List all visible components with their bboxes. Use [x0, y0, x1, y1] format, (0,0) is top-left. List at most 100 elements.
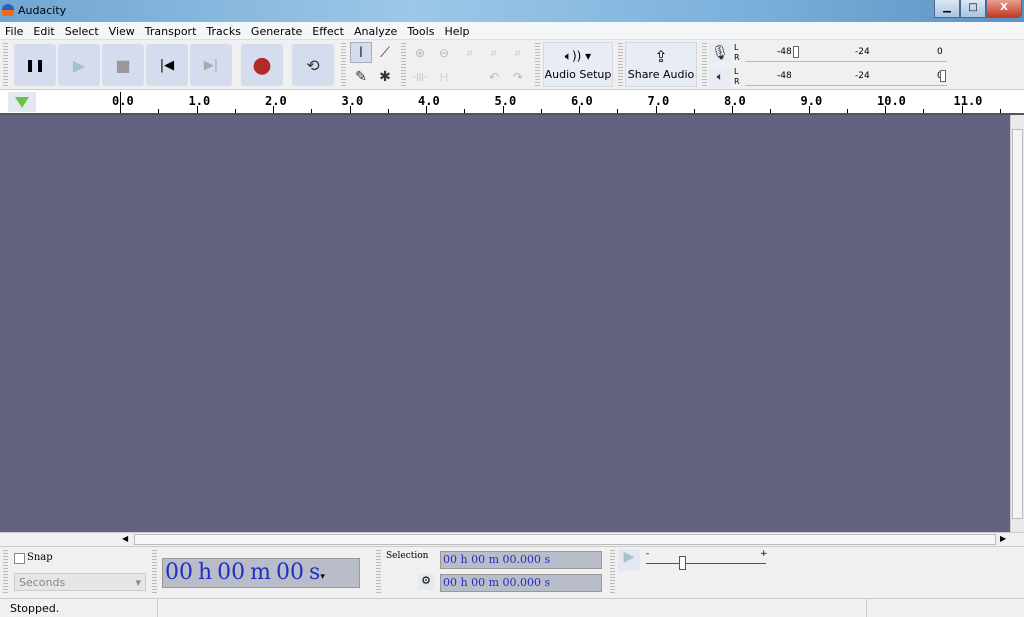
audio-setup-label: Audio Setup: [544, 68, 612, 81]
menu-transport[interactable]: Transport: [140, 22, 202, 38]
skip-to-end-button[interactable]: ▶|: [190, 44, 232, 86]
track-area[interactable]: [0, 115, 1010, 532]
tools-grip[interactable]: [341, 43, 346, 87]
ruler-tick: [770, 109, 772, 113]
share-icon: ⇪: [654, 47, 668, 66]
horizontal-scrollbar[interactable]: ◀ ▶: [0, 532, 1024, 546]
settings-gear-icon[interactable]: ⚙: [418, 574, 434, 590]
ruler-tick: [464, 109, 466, 113]
speed-slider-track[interactable]: [646, 563, 766, 564]
ruler-label: 9.0: [800, 94, 823, 108]
redo-icon[interactable]: ↷: [507, 66, 529, 87]
snap-label: Snap: [27, 552, 53, 563]
snap-unit-select[interactable]: Seconds ▾: [14, 573, 146, 591]
maximize-button[interactable]: □: [960, 0, 986, 18]
speed-slider-thumb[interactable]: [679, 556, 686, 570]
ruler-label: 1.0: [188, 94, 211, 108]
minimize-button[interactable]: ▁: [934, 0, 960, 18]
menu-file[interactable]: File: [0, 22, 28, 38]
share-grip[interactable]: [618, 43, 623, 87]
scroll-left-arrow[interactable]: ◀: [122, 534, 128, 543]
stop-button[interactable]: ■: [102, 44, 144, 86]
play-at-speed-button[interactable]: ▶: [618, 549, 640, 571]
ruler-tick: [311, 109, 313, 113]
record-button[interactable]: ●: [241, 44, 283, 86]
menu-generate[interactable]: Generate: [246, 22, 307, 38]
vertical-scrollbar[interactable]: [1010, 115, 1024, 532]
menu-help[interactable]: Help: [439, 22, 474, 38]
ruler-tick: [234, 109, 236, 113]
ruler-label: 7.0: [647, 94, 670, 108]
selection-start-display[interactable]: 00 h 00 m 00.000 s: [440, 551, 602, 569]
edit-grip[interactable]: [401, 43, 406, 87]
ruler-label: 8.0: [724, 94, 746, 108]
selection-tool[interactable]: I: [350, 42, 372, 63]
close-button[interactable]: X: [986, 0, 1022, 18]
play-indicator-icon: [15, 97, 29, 108]
ruler-tick: [540, 109, 542, 113]
play-head-button[interactable]: [8, 92, 36, 112]
menu-edit[interactable]: Edit: [28, 22, 59, 38]
play-button[interactable]: ▶: [58, 44, 100, 86]
share-audio-button[interactable]: ⇪ Share Audio: [625, 42, 697, 87]
vertical-scroll-thumb[interactable]: [1012, 129, 1023, 519]
snap-grip: [3, 550, 8, 594]
zoom-toggle-icon[interactable]: ⌕: [507, 42, 529, 63]
menu-view[interactable]: View: [104, 22, 140, 38]
ruler-label: 0.0: [112, 94, 134, 108]
timeline-ruler[interactable]: 0.0 1.0 2.0 3.0 4.0 5.0 6.0 7.0 8.0 9.0 10.0 11.0: [0, 90, 1024, 115]
audio-setup-button[interactable]: 🔈︎)) ▾ Audio Setup: [543, 42, 613, 87]
audio-position-display[interactable]: 00 h 00 m 00 s▾: [162, 558, 360, 588]
microphone-icon[interactable]: 🎙︎: [709, 42, 731, 63]
ruler-tick: [387, 109, 389, 113]
status-bar: Stopped.: [0, 598, 1024, 617]
selection-end-display[interactable]: 00 h 00 m 00.000 s: [440, 574, 602, 592]
silence-audio-icon[interactable]: |-|: [433, 66, 455, 87]
time-grip: [152, 550, 157, 594]
status-text: Stopped.: [10, 602, 60, 615]
menu-select[interactable]: Select: [60, 22, 104, 38]
toolbar: ❚❚ ▶ ■ |◀ ▶| ● ⟲ I ⟋ ✎ ✱ ⊕ ⊖ ⌕ ⌕ ⌕ -|||-…: [0, 40, 1024, 90]
audio-setup-grip[interactable]: [535, 43, 540, 87]
meter-grip[interactable]: [702, 43, 707, 87]
envelope-tool[interactable]: ⟋: [374, 42, 396, 63]
ruler-label: 4.0: [418, 94, 440, 108]
menu-analyze[interactable]: Analyze: [349, 22, 402, 38]
record-meter[interactable]: -48 -24 0: [745, 42, 947, 62]
pause-button[interactable]: ❚❚: [14, 44, 56, 86]
skip-to-start-button[interactable]: |◀: [146, 44, 188, 86]
ruler-label: 3.0: [341, 94, 364, 108]
ruler-tick: [579, 106, 580, 113]
transport-grip[interactable]: [3, 43, 8, 87]
speed-minus-label: -: [646, 549, 650, 559]
playback-level-slider[interactable]: [940, 70, 946, 82]
draw-tool[interactable]: ✎: [350, 66, 372, 87]
undo-icon[interactable]: ↶: [483, 66, 505, 87]
multi-tool[interactable]: ✱: [374, 66, 396, 87]
zoom-in-icon[interactable]: ⊕: [409, 42, 431, 63]
speed-plus-label: +: [760, 549, 768, 559]
zoom-out-icon[interactable]: ⊖: [433, 42, 455, 63]
selection-label: Selection: [386, 551, 429, 561]
ruler-tick: [655, 106, 657, 113]
horizontal-scroll-thumb[interactable]: [134, 534, 996, 545]
play-head-line: [120, 92, 121, 113]
menu-tools[interactable]: Tools: [402, 22, 439, 38]
record-level-slider[interactable]: [793, 46, 799, 58]
playback-meter[interactable]: -48 -24 0: [745, 66, 947, 86]
fit-selection-icon[interactable]: ⌕: [459, 42, 481, 63]
fit-project-icon[interactable]: ⌕: [483, 42, 505, 63]
share-audio-label: Share Audio: [627, 68, 695, 81]
scroll-right-arrow[interactable]: ▶: [1000, 534, 1006, 543]
ruler-tick: [273, 106, 274, 113]
ruler-tick: [999, 109, 1001, 113]
trim-audio-icon[interactable]: -|||-: [409, 66, 431, 87]
ruler-label: 11.0: [953, 94, 983, 108]
snap-checkbox[interactable]: [14, 553, 25, 564]
ruler-label: 10.0: [877, 94, 906, 108]
ruler-tick: [349, 106, 351, 113]
playback-speaker-icon[interactable]: 🔈︎: [709, 66, 731, 87]
loop-button[interactable]: ⟲: [292, 44, 334, 86]
menu-effect[interactable]: Effect: [307, 22, 349, 38]
menu-tracks[interactable]: Tracks: [201, 22, 246, 38]
